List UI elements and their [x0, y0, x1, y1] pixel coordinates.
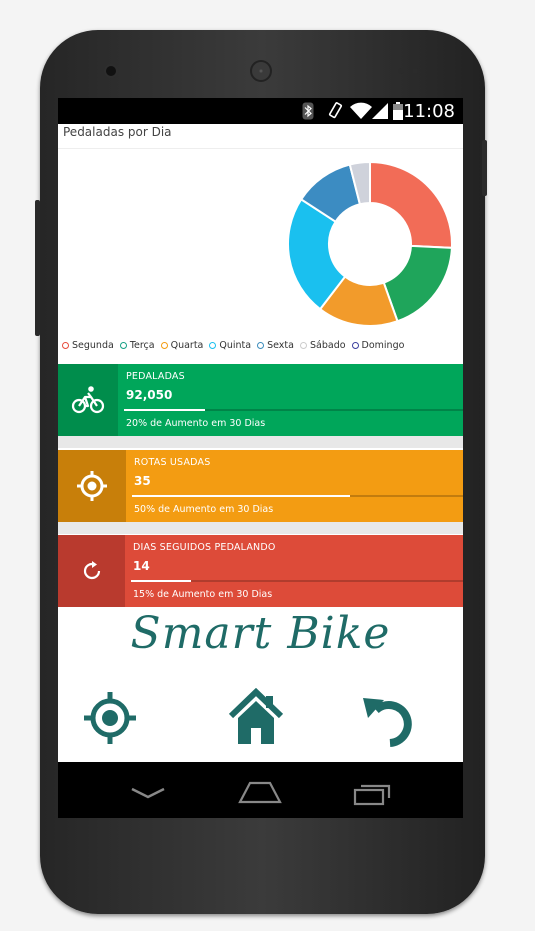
- donut-chart: [287, 160, 453, 327]
- earpiece-speaker: [250, 60, 272, 82]
- home-icon[interactable]: [226, 688, 286, 748]
- legend-label: Segunda: [72, 340, 114, 351]
- legend-marker: [209, 342, 217, 349]
- legend-item-quarta[interactable]: Quarta: [160, 340, 204, 351]
- card-rotas-value: 35: [134, 474, 151, 488]
- legend-marker: [351, 342, 359, 349]
- card-rotas-footer: 50% de Aumento em 30 Dias: [134, 504, 274, 515]
- rotate-icon: [328, 102, 343, 119]
- legend-item-sexta[interactable]: Sexta: [257, 340, 294, 351]
- card-rotas-label: ROTAS USADAS: [134, 457, 211, 468]
- front-camera: [106, 66, 116, 76]
- signal-icon: [372, 103, 388, 119]
- system-nav-bar: [58, 762, 463, 818]
- legend-item-segunda[interactable]: Segunda: [62, 340, 114, 351]
- card-dias-progress-fill: [131, 580, 191, 582]
- card-rotas-body: ROTAS USADAS 35 50% de Aumento em 30 Dia…: [126, 450, 463, 522]
- legend-label: Sábado: [309, 340, 346, 351]
- status-bar: 11:08: [58, 98, 463, 124]
- crosshair-icon[interactable]: [80, 688, 140, 748]
- chart-legend: Segunda Terça Quarta Quinta Sexta Sábado Domin…: [62, 340, 404, 351]
- card-dias-label: DIAS SEGUIDOS PEDALANDO: [133, 542, 276, 553]
- legend-marker: [160, 342, 168, 349]
- card-rotas-usadas: ROTAS USADAS 35 50% de Aumento em 30 Dia…: [58, 450, 463, 522]
- refresh-icon: [83, 561, 100, 580]
- card-dias-seguidos: DIAS SEGUIDOS PEDALANDO 14 15% de Aument…: [58, 535, 463, 607]
- home-key-icon[interactable]: [238, 780, 282, 804]
- legend-label: Quinta: [219, 340, 252, 351]
- battery-icon: [393, 102, 403, 120]
- legend-marker: [299, 342, 307, 349]
- card-dias-value: 14: [133, 559, 150, 573]
- card-pedaladas-footer: 20% de Aumento em 30 Dias: [126, 418, 266, 429]
- card-separator: [58, 522, 463, 534]
- legend-label: Quarta: [170, 340, 204, 351]
- power-button: [482, 140, 487, 196]
- card-dias-icon-box: [58, 535, 125, 607]
- card-pedaladas-icon-box: [58, 364, 118, 436]
- card-pedaladas-progress: [124, 409, 463, 411]
- card-pedaladas-value: 92,050: [126, 388, 173, 402]
- legend-marker: [62, 342, 69, 349]
- legend-marker: [257, 342, 265, 349]
- status-time: 11:08: [403, 101, 455, 122]
- card-dias-progress: [131, 580, 463, 582]
- card-separator: [58, 436, 463, 448]
- legend-item-sábado[interactable]: Sábado: [299, 340, 346, 351]
- title-divider: [58, 148, 463, 149]
- card-pedaladas-label: PEDALADAS: [126, 371, 185, 382]
- brand-logo: Smart Bike: [130, 608, 391, 659]
- proximity-sensor: [398, 68, 404, 74]
- card-dias-footer: 15% de Aumento em 30 Dias: [133, 589, 273, 600]
- legend-label: Sexta: [267, 340, 294, 351]
- light-sensor: [412, 68, 418, 74]
- card-pedaladas-progress-fill: [124, 409, 206, 411]
- donut-slice-segunda[interactable]: [369, 160, 453, 249]
- legend-label: Terça: [129, 340, 155, 351]
- card-pedaladas-body: PEDALADAS 92,050 20% de Aumento em 30 Di…: [118, 364, 463, 436]
- recents-icon[interactable]: [353, 780, 393, 806]
- card-rotas-progress: [132, 495, 463, 497]
- legend-marker: [119, 342, 127, 349]
- legend-item-terça[interactable]: Terça: [119, 340, 155, 351]
- legend-label: Domingo: [361, 340, 405, 351]
- back-icon[interactable]: [130, 786, 166, 800]
- bluetooth-icon: [302, 102, 314, 120]
- card-rotas-icon-box: [58, 450, 126, 522]
- wifi-icon: [350, 102, 372, 119]
- volume-button: [35, 200, 40, 336]
- card-rotas-progress-fill: [132, 495, 351, 497]
- card-pedaladas: PEDALADAS 92,050 20% de Aumento em 30 Di…: [58, 364, 463, 436]
- bicycle-icon: [71, 386, 105, 414]
- legend-item-quinta[interactable]: Quinta: [209, 340, 251, 351]
- card-dias-body: DIAS SEGUIDOS PEDALANDO 14 15% de Aument…: [125, 535, 463, 607]
- legend-item-domingo[interactable]: Domingo: [351, 340, 405, 351]
- target-icon: [77, 471, 107, 501]
- undo-icon[interactable]: [358, 688, 418, 748]
- chart-title: Pedaladas por Dia: [63, 125, 172, 139]
- app-screen: 11:08 Pedaladas por Dia Segunda Terça Quar…: [58, 98, 463, 818]
